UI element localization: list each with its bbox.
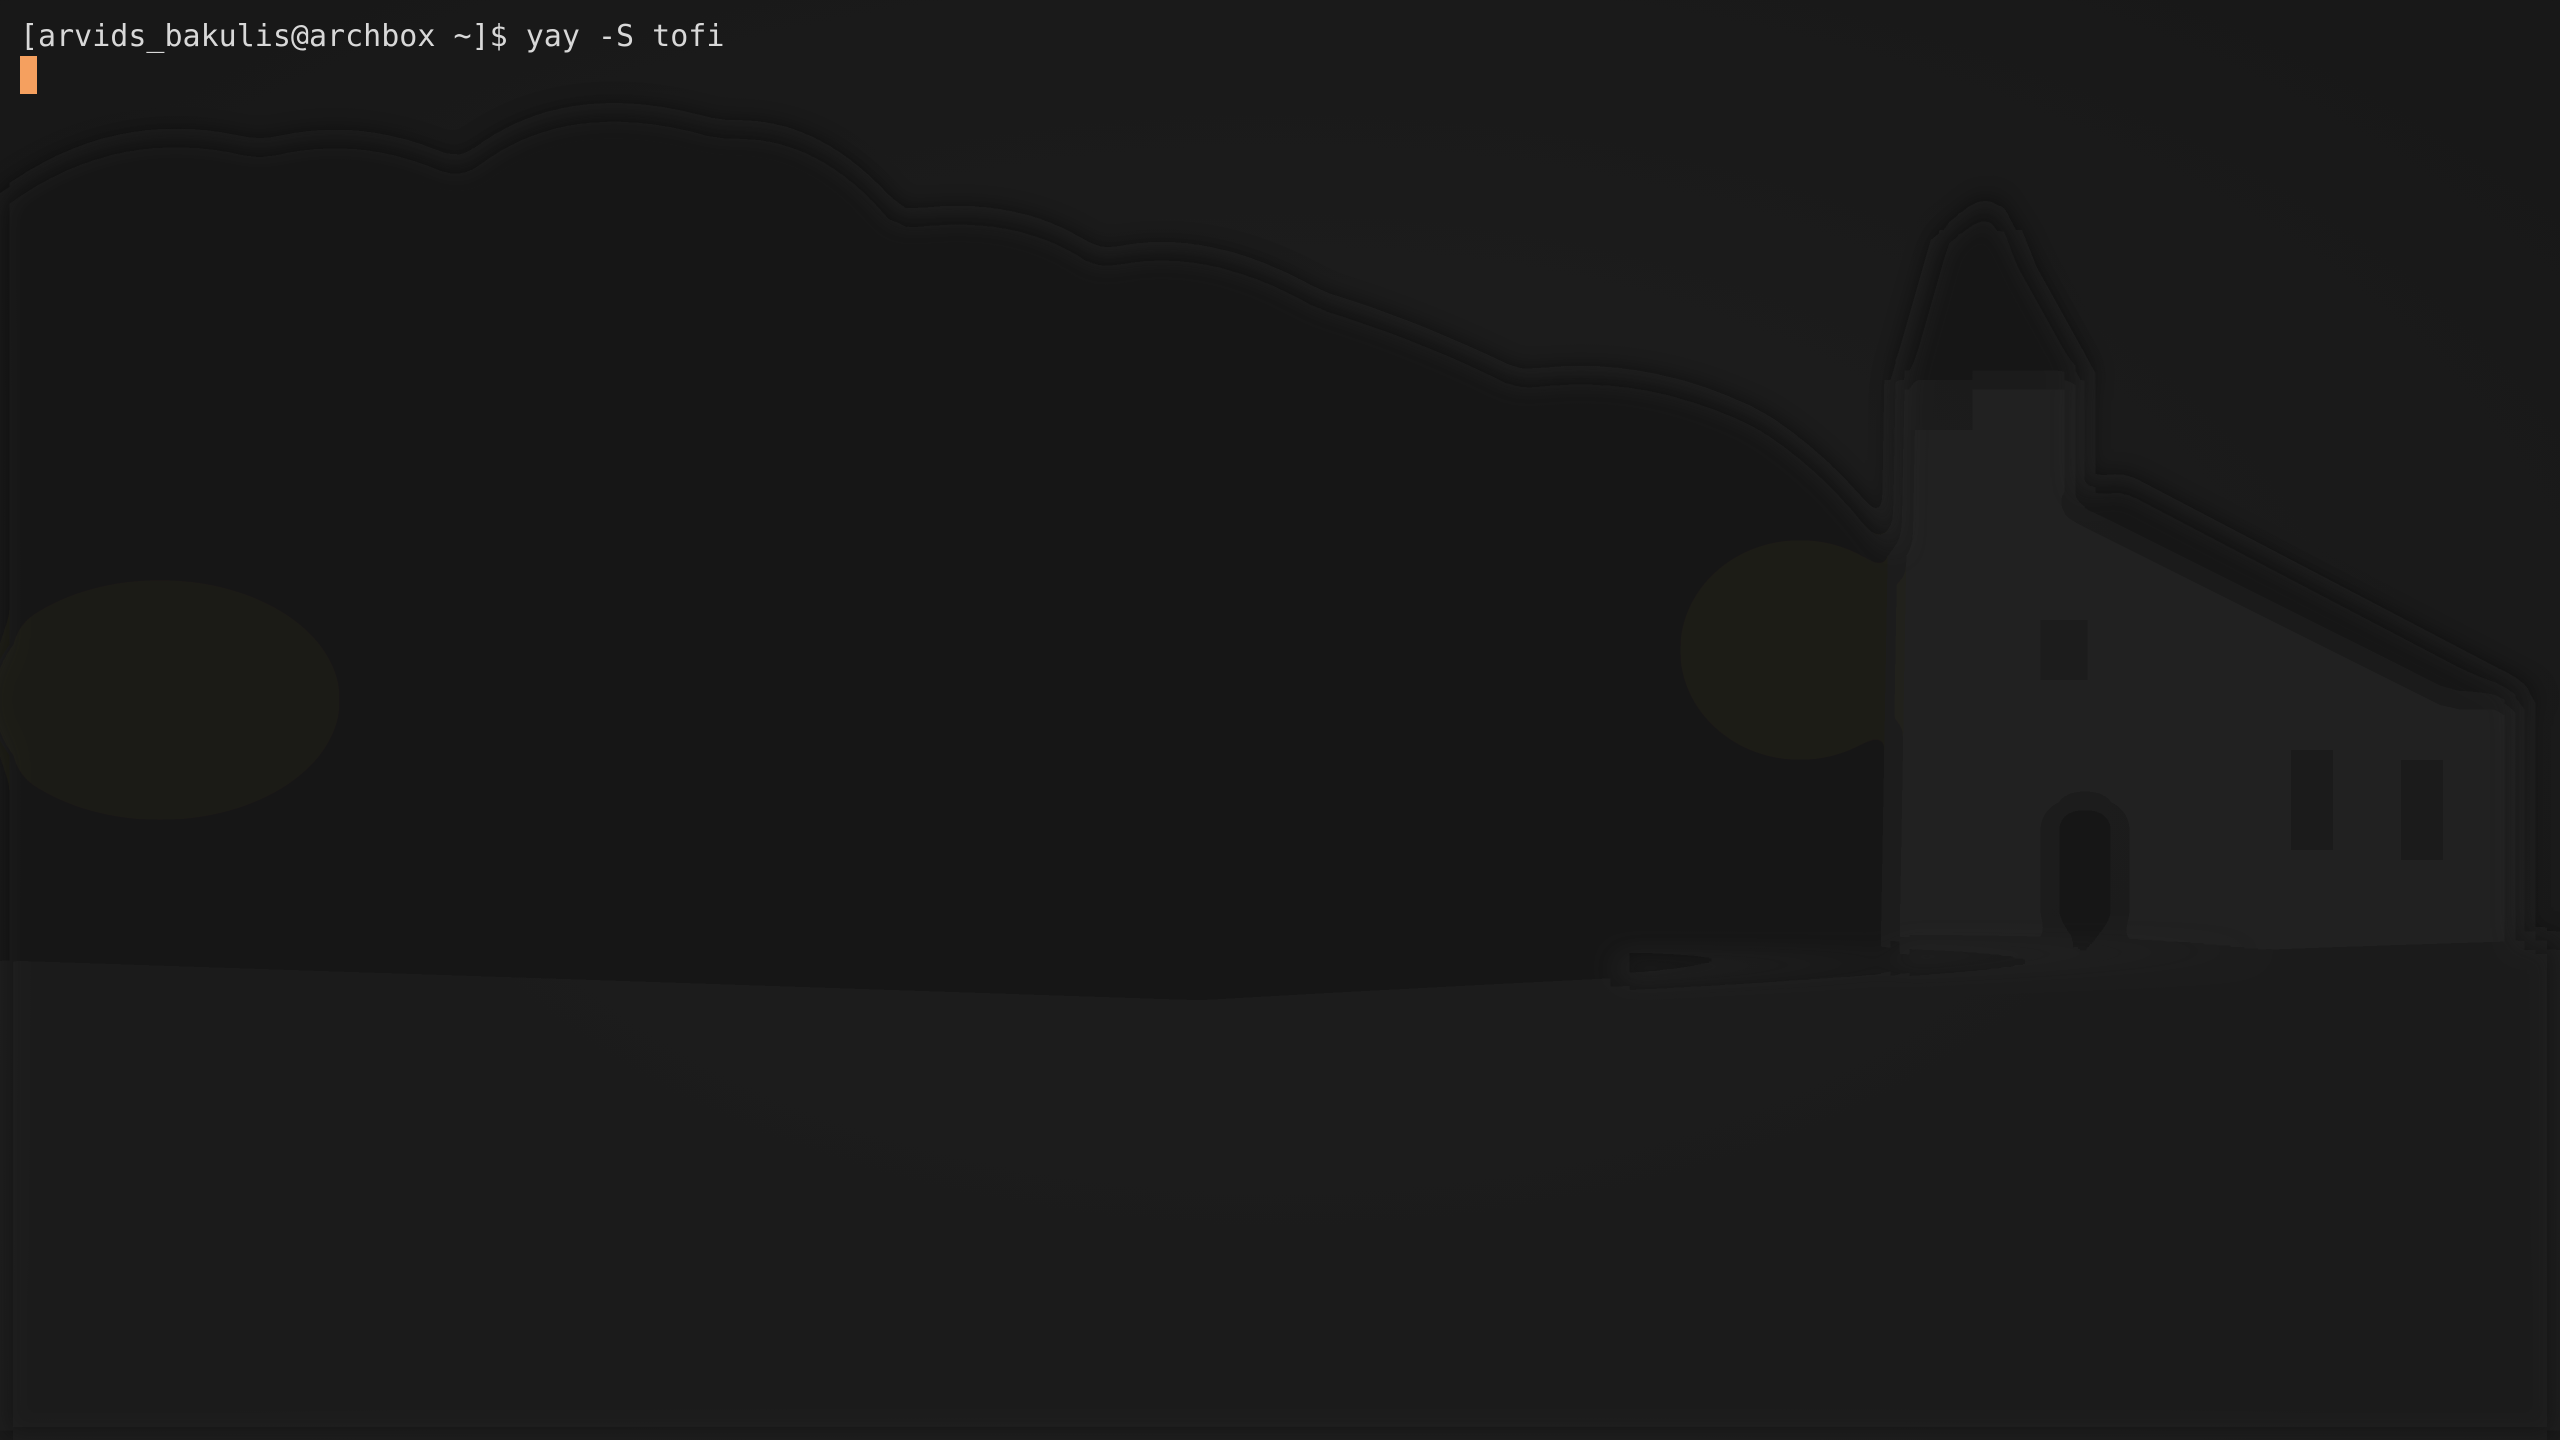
cursor-line <box>20 56 37 94</box>
terminal-window[interactable]: [arvids_bakulis@archbox ~]$ yay -S tofi <box>0 0 2560 1440</box>
typed-command: yay -S tofi <box>525 19 725 54</box>
command-line: [arvids_bakulis@archbox ~]$ yay -S tofi <box>20 18 724 56</box>
shell-prompt: [arvids_bakulis@archbox ~]$ <box>20 19 526 54</box>
text-cursor[interactable] <box>20 56 37 94</box>
wallpaper-background <box>0 0 2560 1440</box>
